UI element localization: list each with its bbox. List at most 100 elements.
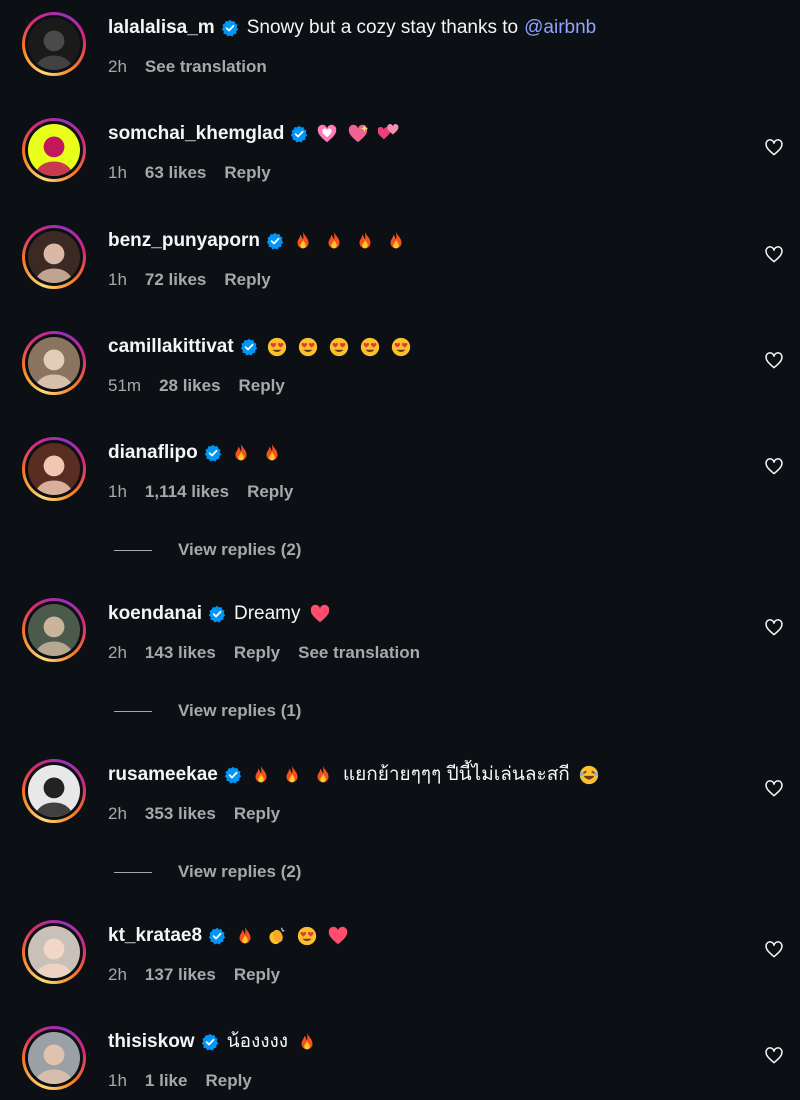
reply-button[interactable]: Reply [234,803,280,825]
like-count[interactable]: 143 likes [145,642,216,664]
timestamp[interactable]: 1h [108,481,127,503]
avatar-border [25,601,83,659]
see-translation-button[interactable]: See translation [298,642,420,664]
emoji-group [296,1031,327,1053]
emoji-group [309,603,340,625]
view-replies-button[interactable]: View replies (2) [114,538,514,562]
avatar[interactable] [22,331,86,395]
username[interactable]: rusameekae [108,763,218,787]
comment-line: benz_punyaporn [108,229,416,253]
like-heart-icon[interactable] [764,618,784,638]
like-heart-icon[interactable] [764,940,784,960]
avatar[interactable] [22,759,86,823]
like-count[interactable]: 137 likes [145,964,216,986]
avatar-border [25,15,83,73]
reply-button[interactable]: Reply [224,162,270,184]
like-count[interactable]: 72 likes [145,269,206,291]
avatar[interactable] [22,12,86,76]
view-replies-label[interactable]: View replies (2) [178,540,301,560]
avatar[interactable] [22,118,86,182]
comment-text: แยกย้ายๆๆๆ ปีนี้ไม่เล่นละสกี [250,763,609,787]
avatar[interactable] [22,1026,86,1090]
comment-item: benz_punyaporn 1h 72 likes Reply [0,225,800,305]
sparkling-heart-emoji [347,123,369,145]
comment-text [234,925,358,947]
username[interactable]: benz_punyaporn [108,229,260,253]
reply-button[interactable]: Reply [234,642,280,664]
reply-button[interactable]: Reply [234,964,280,986]
like-count[interactable]: 353 likes [145,803,216,825]
username[interactable]: dianaflipo [108,441,198,465]
verified-badge-icon [204,444,222,462]
avatar[interactable] [22,920,86,984]
avatar[interactable] [22,225,86,289]
fire-emoji [385,230,407,252]
username[interactable]: kt_kratae8 [108,924,202,948]
verified-badge-icon [201,1033,219,1051]
view-replies-button[interactable]: View replies (1) [114,699,514,723]
like-heart-icon[interactable] [764,779,784,799]
red-heart-emoji [309,603,331,625]
like-heart-icon[interactable] [764,245,784,265]
emoji-group [250,764,343,786]
like-count[interactable]: 1 like [145,1070,188,1092]
username[interactable]: thisiskow [108,1030,195,1054]
reply-button[interactable]: Reply [224,269,270,291]
emoji-group [578,764,609,786]
verified-badge-icon [240,338,258,356]
timestamp[interactable]: 2h [108,642,127,664]
username[interactable]: lalalalisa_m [108,16,215,40]
fire-emoji [354,230,376,252]
emoji-group [234,925,358,947]
timestamp[interactable]: 2h [108,56,127,78]
avatar-image [28,604,80,656]
view-replies-label[interactable]: View replies (2) [178,862,301,882]
avatar-image [28,124,80,176]
comment-line: kt_kratae8 [108,924,358,948]
like-heart-icon[interactable] [764,138,784,158]
avatar-border [25,228,83,286]
timestamp[interactable]: 1h [108,269,127,291]
reply-button[interactable]: Reply [205,1070,251,1092]
username[interactable]: somchai_khemglad [108,122,284,146]
username[interactable]: koendanai [108,602,202,626]
view-replies-button[interactable]: View replies (2) [114,860,514,884]
like-count[interactable]: 28 likes [159,375,220,397]
comment-meta: 2h See translation [108,56,267,78]
avatar[interactable] [22,437,86,501]
comment-text: Dreamy [234,602,340,626]
like-count[interactable]: 1,114 likes [145,481,229,503]
timestamp[interactable]: 1h [108,1070,127,1092]
like-heart-icon[interactable] [764,1046,784,1066]
comment-line: camillakittivat [108,335,421,359]
like-count[interactable]: 63 likes [145,162,206,184]
reply-button[interactable]: Reply [247,481,293,503]
clap-emoji [265,925,287,947]
like-heart-icon[interactable] [764,351,784,371]
comment-item: thisiskow น้องงงง 1h 1 like Reply [0,1026,800,1100]
comment-body: แยกย้ายๆๆๆ ปีนี้ไม่เล่นละสกี [342,764,570,785]
mention-link[interactable]: @airbnb [524,16,596,40]
verified-badge-icon [221,19,239,37]
avatar-border [25,334,83,392]
comment-line: somchai_khemglad [108,122,409,146]
comment-item: kt_kratae8 2h 137 likes Reply [0,920,800,1000]
view-replies-label[interactable]: View replies (1) [178,701,301,721]
timestamp[interactable]: 51m [108,375,141,397]
avatar-image [28,765,80,817]
fire-emoji [312,764,334,786]
comment-item: koendanai Dreamy 2h 143 likes Reply See trans… [0,598,800,678]
avatar-image [28,337,80,389]
verified-badge-icon [208,927,226,945]
comment-text [230,442,292,464]
timestamp[interactable]: 1h [108,162,127,184]
timestamp[interactable]: 2h [108,964,127,986]
emoji-group [266,336,421,358]
avatar[interactable] [22,598,86,662]
see-translation-button[interactable]: See translation [145,56,267,78]
like-heart-icon[interactable] [764,457,784,477]
timestamp[interactable]: 2h [108,803,127,825]
avatar-image [28,18,80,70]
username[interactable]: camillakittivat [108,335,234,359]
reply-button[interactable]: Reply [239,375,285,397]
